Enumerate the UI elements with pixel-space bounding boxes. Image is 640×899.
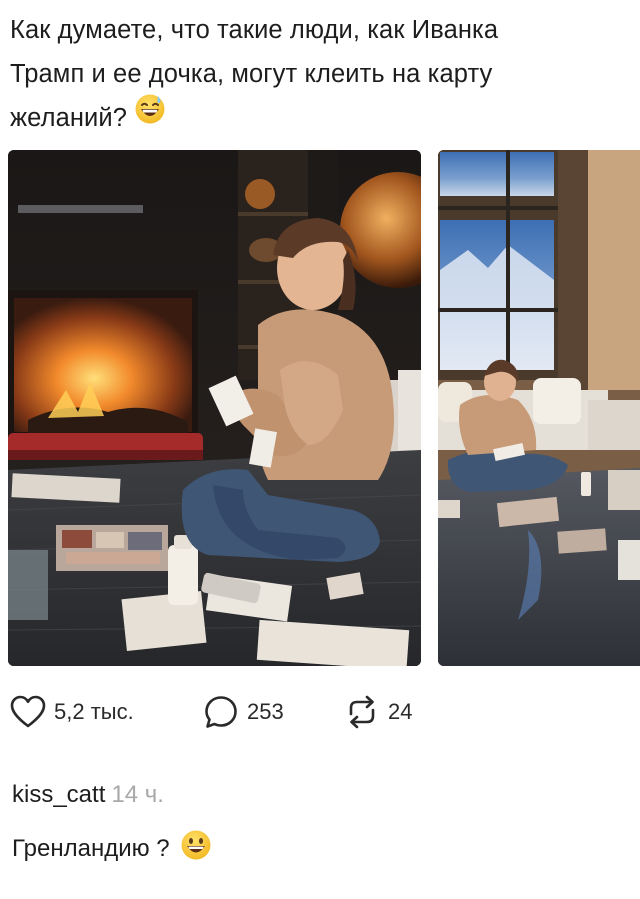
- comment-header: kiss_catt 14 ч.: [12, 781, 164, 809]
- repost-count: 24: [388, 699, 413, 724]
- repost-button[interactable]: 24: [344, 690, 412, 734]
- like-button[interactable]: 5,2 тыс.: [10, 690, 134, 734]
- comment-text: Гренландию ?: [12, 834, 170, 862]
- action-bar: 5,2 тыс. 253 24: [0, 690, 640, 734]
- reply-count: 253: [247, 699, 284, 724]
- grinning-sweat-emoji-icon: [134, 93, 166, 139]
- like-count: 5,2 тыс.: [54, 699, 134, 724]
- grinning-emoji-icon: [180, 829, 212, 868]
- photo-girl-by-fireplace[interactable]: [8, 150, 421, 666]
- photo-living-room-coffee-table-image: [438, 150, 640, 666]
- post-line-3: желаний?: [10, 93, 630, 142]
- comment-bubble-icon: [205, 696, 237, 728]
- photo-living-room-coffee-table[interactable]: [438, 150, 640, 666]
- repost-icon: [349, 695, 375, 729]
- comment-username[interactable]: kiss_catt: [12, 781, 105, 808]
- post-line-1: Как думаете, что такие люди, как Иванка: [10, 16, 499, 44]
- photo-girl-by-fireplace-image: [8, 150, 421, 666]
- post-line-3-text: желаний?: [10, 104, 128, 132]
- comment-body: Гренландию ?: [12, 829, 212, 868]
- post-text: Как думаете, что такие люди, как Иванка …: [10, 8, 630, 142]
- reply-button[interactable]: 253: [203, 690, 284, 734]
- heart-icon: [10, 695, 46, 728]
- post-line-2: Трамп и ее дочка, могут клеить на карту: [10, 60, 493, 88]
- comment-timestamp: 14 ч.: [111, 781, 164, 808]
